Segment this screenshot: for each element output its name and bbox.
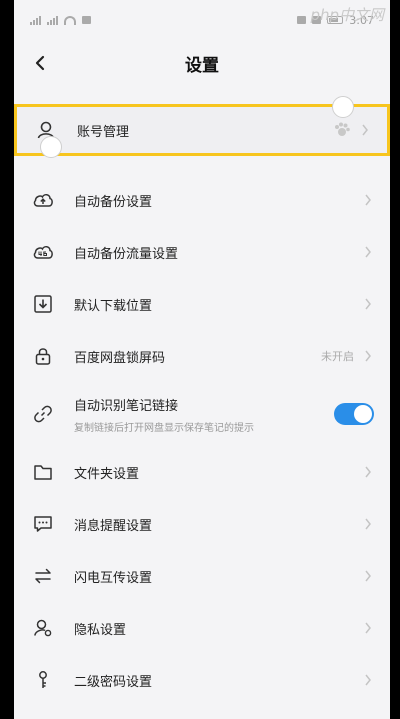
paw-avatar-icon xyxy=(335,122,350,136)
settings-row-label: 自动备份流量设置 xyxy=(74,246,179,262)
settings-row-label: 隐私设置 xyxy=(74,622,127,638)
settings-row-download-location[interactable]: 默认下载位置 xyxy=(14,278,390,330)
chevron-right-icon xyxy=(362,518,374,530)
settings-row-lock-code[interactable]: 百度网盘锁屏码 未开启 xyxy=(14,330,390,382)
chevron-right-icon xyxy=(362,674,374,686)
chevron-right-icon xyxy=(362,246,374,258)
settings-row-label: 默认下载位置 xyxy=(74,298,153,314)
chevron-right-icon xyxy=(362,350,374,362)
settings-row-label: 二级密码设置 xyxy=(74,674,153,690)
chevron-right-icon xyxy=(362,194,374,206)
phone-screen: 3:07 php中文网 设置 账号管理 自动备份设置 自动备份流量设置 默认下载… xyxy=(14,0,390,719)
folder-icon xyxy=(32,461,54,483)
chevron-right-icon xyxy=(362,298,374,310)
page-title: 设置 xyxy=(185,55,219,76)
signal-icon xyxy=(30,15,41,25)
chevron-right-icon xyxy=(362,622,374,634)
download-icon xyxy=(32,293,54,315)
settings-row-auto-backup[interactable]: 自动备份设置 xyxy=(14,174,390,226)
link-icon xyxy=(32,403,54,425)
signal-icon-2 xyxy=(47,15,58,25)
notification-icon xyxy=(82,16,91,24)
settings-row-transfer[interactable]: 闪电互传设置 xyxy=(14,550,390,602)
selection-handle-top[interactable] xyxy=(332,96,354,118)
selection-handle-bottom[interactable] xyxy=(40,136,62,158)
settings-row-label: 文件夹设置 xyxy=(74,466,140,482)
settings-row-label: 闪电互传设置 xyxy=(74,570,153,586)
settings-list: 账号管理 自动备份设置 自动备份流量设置 默认下载位置 百度网盘锁屏码 未开启 … xyxy=(14,98,390,706)
transfer-icon xyxy=(32,565,54,587)
settings-row-label: 账号管理 xyxy=(77,124,130,140)
nfc-icon xyxy=(297,16,307,24)
cloud-4g-icon xyxy=(32,241,54,263)
privacy-icon xyxy=(32,617,54,639)
settings-row-message[interactable]: 消息提醒设置 xyxy=(14,498,390,550)
header: 设置 xyxy=(14,40,390,86)
settings-row-note-link: 自动识别笔记链接 复制链接后打开网盘显示保存笔记的提示 xyxy=(14,382,390,446)
settings-row-label: 百度网盘锁屏码 xyxy=(74,350,166,366)
chevron-right-icon xyxy=(362,466,374,478)
lock-icon xyxy=(32,345,54,367)
settings-row-label: 消息提醒设置 xyxy=(74,518,153,534)
key-icon xyxy=(32,669,54,691)
cloud-upload-icon xyxy=(32,189,54,211)
settings-row-privacy[interactable]: 隐私设置 xyxy=(14,602,390,654)
settings-row-folder[interactable]: 文件夹设置 xyxy=(14,446,390,498)
settings-row-backup-traffic[interactable]: 自动备份流量设置 xyxy=(14,226,390,278)
settings-row-second-password[interactable]: 二级密码设置 xyxy=(14,654,390,706)
watermark-logo: php中文网 xyxy=(310,6,384,24)
settings-row-description: 复制链接后打开网盘显示保存笔记的提示 xyxy=(74,422,254,434)
back-button[interactable] xyxy=(26,49,54,77)
chevron-right-icon xyxy=(362,570,374,582)
settings-row-label: 自动备份设置 xyxy=(74,194,153,210)
message-icon xyxy=(32,513,54,535)
settings-row-label: 自动识别笔记链接 xyxy=(74,398,179,414)
wifi-icon xyxy=(64,15,76,25)
chevron-left-icon xyxy=(35,55,45,71)
chevron-right-icon xyxy=(359,124,371,136)
lock-code-status: 未开启 xyxy=(321,350,354,363)
note-link-toggle[interactable] xyxy=(334,403,374,425)
